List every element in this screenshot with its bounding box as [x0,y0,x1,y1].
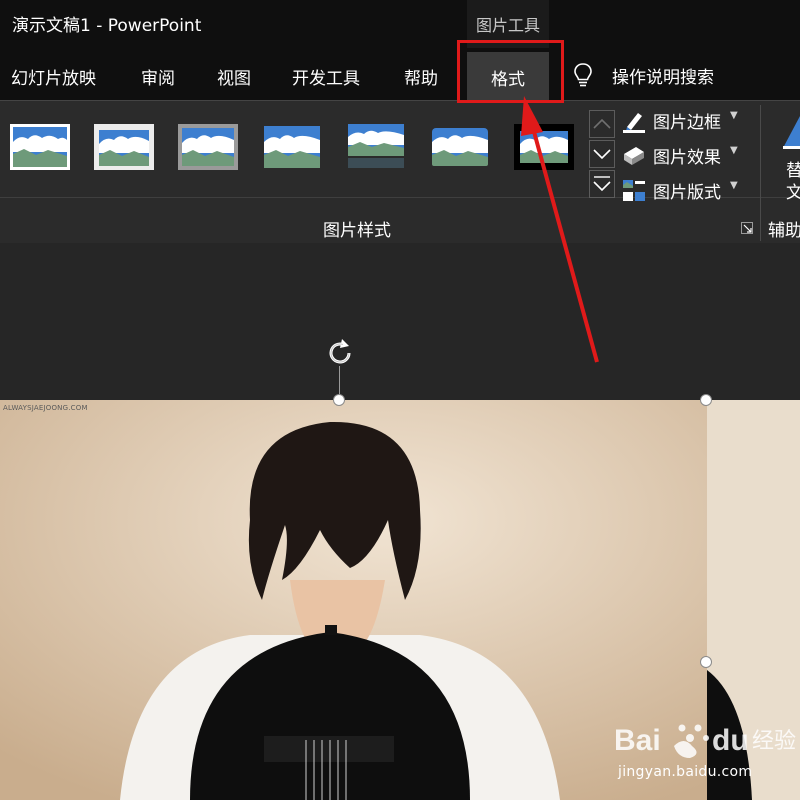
accessibility-group-label: 辅助 [768,221,800,241]
style-thumb-metal-frame[interactable] [178,124,238,170]
style-thumb-drop-shadow[interactable] [262,124,322,170]
alt-text-label: 替文 [786,161,800,203]
style-thumb-simple-frame[interactable] [10,124,70,170]
picture-layout-icon [623,180,645,201]
chevron-up-icon [593,118,611,129]
resize-handle-top-right[interactable] [700,394,712,406]
picture-effects-label: 图片效果 [653,148,721,168]
picture-style-gallery [0,108,588,188]
resize-handle-top[interactable] [333,394,345,406]
dropdown-caret-icon: ▼ [730,110,738,121]
lightbulb-icon [574,63,592,87]
style-thumb-reflected[interactable] [346,124,406,170]
picture-styles-group-label: 图片样式 [323,221,391,241]
title-bar: 演示文稿1 - PowerPoint [0,0,800,48]
photo-caption: ALWAYSJAEJOONG.COM [3,404,88,412]
picture-layout-label: 图片版式 [653,183,721,203]
gallery-scroll-up[interactable] [589,110,615,138]
gallery-more-button[interactable] [589,170,615,198]
highlight-box [457,40,564,103]
gallery-expand-icon [593,176,611,192]
group-separator [760,105,761,241]
picture-border-icon [623,113,645,133]
dropdown-caret-icon: ▼ [730,145,738,156]
tab-slideshow[interactable]: 幻灯片放映 [11,64,96,89]
picture-effects-icon [624,147,644,165]
resize-handle-right[interactable] [700,656,712,668]
style-thumb-soft-edge[interactable] [430,124,490,170]
tab-developer[interactable]: 开发工具 [292,64,360,89]
picture-border-label: 图片边框 [653,113,721,133]
tab-review[interactable]: 审阅 [141,64,175,89]
svg-text:经验: 经验 [752,729,796,754]
baidu-watermark-url: jingyan.baidu.com [618,764,753,780]
svg-text:Bai: Bai [614,724,661,757]
gallery-scroll-controls [588,108,615,198]
context-group-label: 图片工具 [475,16,540,35]
rotate-handle-icon[interactable] [321,333,361,373]
dialog-launcher-icon[interactable] [741,222,753,234]
style-thumb-black-frame[interactable] [514,124,574,170]
tab-view[interactable]: 视图 [217,64,251,89]
dropdown-caret-icon: ▼ [730,180,738,191]
style-thumb-thick-matte[interactable] [94,124,154,170]
tab-help[interactable]: 帮助 [404,64,438,89]
tell-me-label: 操作说明搜索 [612,68,714,88]
gallery-scroll-down[interactable] [589,140,615,168]
window-title: 演示文稿1 - PowerPoint [12,16,202,36]
svg-text:du: du [712,724,749,757]
selected-photo[interactable] [0,400,707,800]
chevron-down-icon [593,149,611,160]
